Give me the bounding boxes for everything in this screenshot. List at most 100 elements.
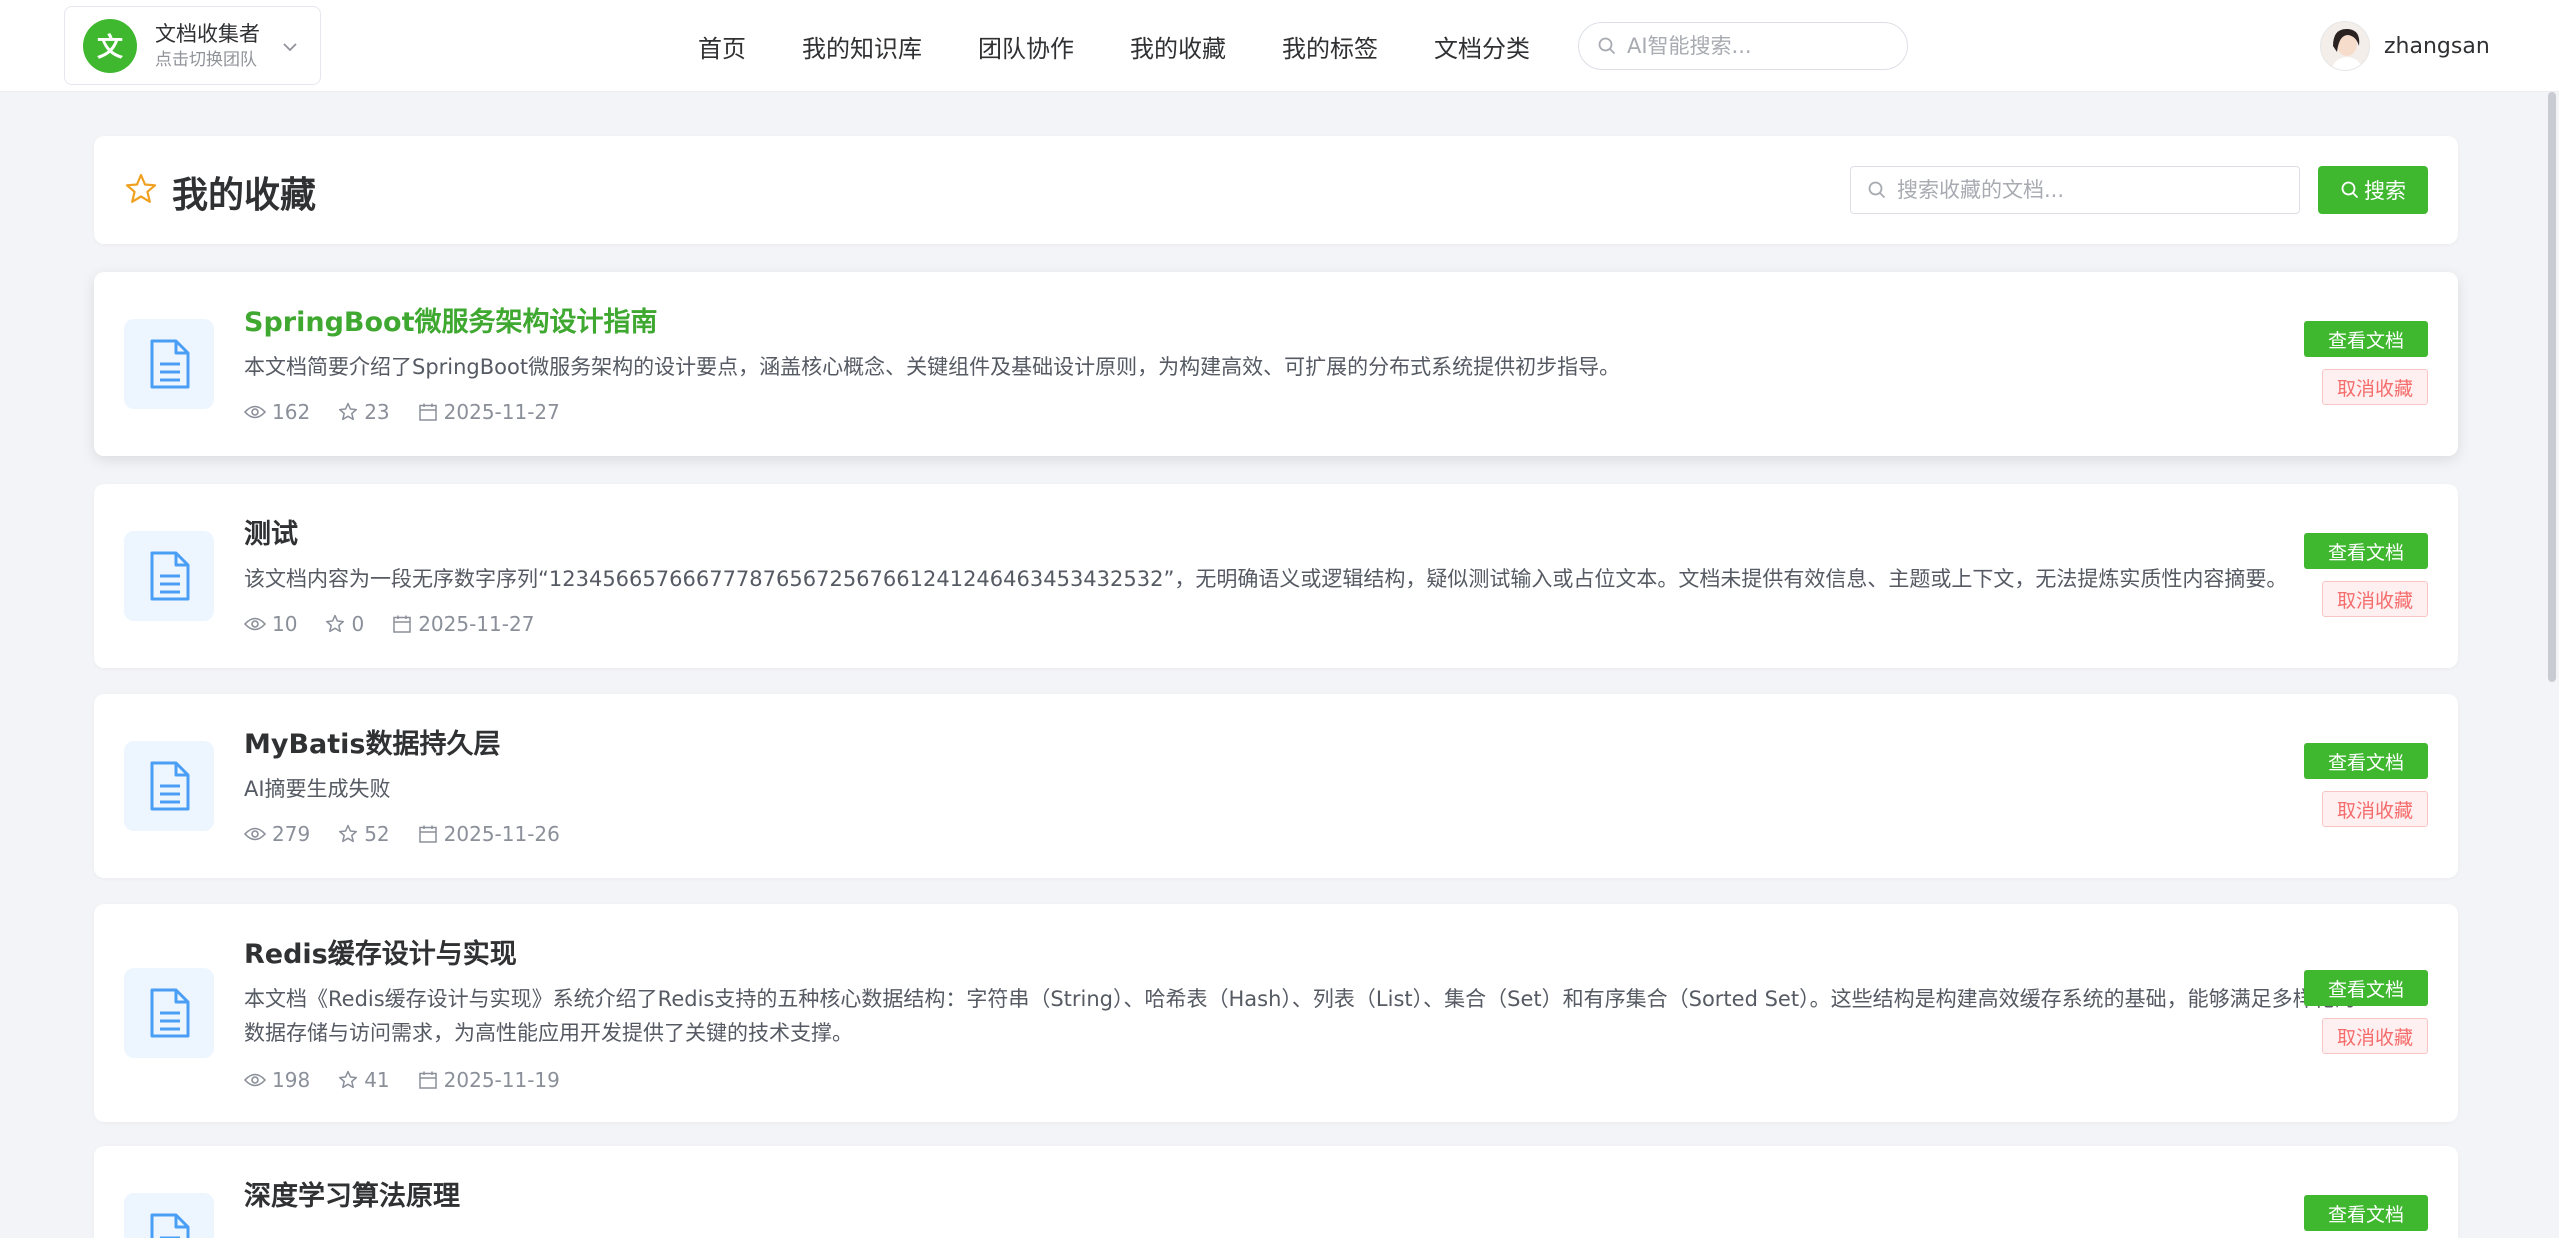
eye-icon	[244, 827, 266, 841]
doc-summary: 本文档简要介绍了SpringBoot微服务架构的设计要点，涵盖核心概念、关键组件…	[244, 355, 1621, 379]
favorites-search-box[interactable]	[1850, 166, 2300, 214]
unfavorite-button[interactable]: 取消收藏	[2322, 369, 2428, 405]
doc-card: 测试 该文档内容为一段无序数字序列“1234566576667778765672…	[94, 484, 2458, 668]
avatar[interactable]	[2320, 21, 2370, 71]
user-menu[interactable]: zhangsan	[2320, 20, 2490, 72]
username: zhangsan	[2384, 33, 2490, 59]
favorites-search-input[interactable]	[1897, 178, 2287, 202]
document-icon	[124, 968, 214, 1058]
document-icon	[124, 1193, 214, 1238]
document-icon	[124, 531, 214, 621]
view-count-value: 279	[272, 822, 311, 846]
nav-doc-categories[interactable]: 文档分类	[1434, 29, 1530, 64]
doc-date: 2025-11-27	[392, 612, 534, 636]
star-count-value: 0	[351, 612, 365, 636]
doc-date-value: 2025-11-27	[418, 612, 535, 636]
team-logo: 文	[83, 18, 137, 73]
nav-home[interactable]: 首页	[698, 29, 746, 64]
star-icon	[339, 824, 358, 843]
team-switch-hint: 点击切换团队	[155, 49, 257, 70]
chevron-down-icon	[283, 43, 297, 52]
doc-title-link[interactable]: 深度学习算法原理	[244, 1174, 460, 1213]
doc-title-link[interactable]: MyBatis数据持久层	[244, 722, 501, 761]
doc-summary: 本文档《Redis缓存设计与实现》系统介绍了Redis支持的五种核心数据结构：字…	[244, 987, 2356, 1045]
document-icon	[124, 741, 214, 831]
star-count-value: 52	[364, 822, 390, 846]
doc-meta: 279 52 2025-11-26	[244, 822, 588, 846]
view-count: 10	[244, 612, 297, 636]
ai-search-box[interactable]	[1578, 22, 1908, 70]
view-doc-button[interactable]: 查看文档	[2304, 743, 2428, 779]
team-name: 文档收集者	[155, 21, 260, 46]
unfavorite-button[interactable]: 取消收藏	[2322, 581, 2428, 617]
view-count-value: 10	[272, 612, 298, 636]
star-count: 52	[338, 822, 390, 846]
doc-summary: 该文档内容为一段无序数字序列“1234566576667778765672567…	[244, 567, 2288, 591]
eye-icon	[244, 1073, 266, 1087]
doc-date-value: 2025-11-19	[443, 1068, 560, 1092]
nav-my-knowledge-base[interactable]: 我的知识库	[802, 29, 922, 64]
doc-date: 2025-11-27	[418, 400, 560, 424]
nav-my-tags[interactable]: 我的标签	[1282, 29, 1378, 64]
doc-meta: 10 0 2025-11-27	[244, 612, 562, 636]
calendar-icon	[393, 615, 411, 633]
team-switcher[interactable]: 文 文档收集者 点击切换团队	[64, 6, 321, 85]
star-count-value: 23	[364, 400, 390, 424]
doc-meta: 198 41 2025-11-19	[244, 1068, 588, 1092]
star-icon	[125, 173, 157, 203]
view-doc-button[interactable]: 查看文档	[2304, 533, 2428, 569]
nav-my-favorites[interactable]: 我的收藏	[1130, 29, 1226, 64]
view-count-value: 198	[272, 1068, 311, 1092]
view-count: 162	[244, 400, 310, 424]
doc-date-value: 2025-11-27	[443, 400, 560, 424]
doc-meta: 162 23 2025-11-27	[244, 400, 588, 424]
eye-icon	[244, 617, 266, 631]
calendar-icon	[418, 825, 437, 843]
view-doc-button[interactable]: 查看文档	[2304, 1195, 2428, 1231]
main-nav: 首页 我的知识库 团队协作 我的收藏 我的标签 文档分类	[698, 0, 1586, 92]
view-count: 198	[244, 1068, 310, 1092]
search-icon	[1598, 37, 1616, 55]
team-text: 文档收集者 点击切换团队	[155, 20, 260, 72]
favorites-title-card: 我的收藏 搜索	[94, 136, 2458, 244]
eye-icon	[244, 405, 266, 419]
search-button-label: 搜索	[2364, 179, 2406, 203]
doc-title-link[interactable]: 测试	[244, 512, 298, 551]
unfavorite-button[interactable]: 取消收藏	[2322, 1018, 2428, 1054]
doc-card: SpringBoot微服务架构设计指南 本文档简要介绍了SpringBoot微服…	[94, 272, 2458, 456]
doc-date-value: 2025-11-26	[443, 822, 560, 846]
doc-date: 2025-11-19	[418, 1068, 560, 1092]
doc-card: Redis缓存设计与实现 本文档《Redis缓存设计与实现》系统介绍了Redis…	[94, 904, 2458, 1122]
doc-card: 深度学习算法原理 查看文档	[94, 1146, 2458, 1238]
page-scrollbar[interactable]	[2545, 92, 2559, 1238]
view-doc-button[interactable]: 查看文档	[2304, 321, 2428, 357]
page-title: 我的收藏	[172, 175, 317, 216]
star-count: 41	[338, 1068, 390, 1092]
star-count-value: 41	[364, 1068, 390, 1092]
avatar-image	[2321, 22, 2369, 70]
ai-search-input[interactable]	[1627, 34, 1887, 58]
doc-card: MyBatis数据持久层 AI摘要生成失败 279 52 2025-11-26 …	[94, 694, 2458, 878]
scrollbar-thumb[interactable]	[2548, 92, 2556, 682]
star-icon	[339, 1070, 358, 1089]
top-header: 文 文档收集者 点击切换团队 首页 我的知识库 团队协作 我的收藏 我的标签 文…	[0, 0, 2559, 92]
unfavorite-button[interactable]: 取消收藏	[2322, 791, 2428, 827]
calendar-icon	[418, 403, 437, 421]
document-icon	[124, 319, 214, 409]
calendar-icon	[418, 1071, 437, 1089]
search-icon	[1868, 181, 1886, 199]
view-count: 279	[244, 822, 310, 846]
doc-date: 2025-11-26	[418, 822, 560, 846]
doc-title-link[interactable]: SpringBoot微服务架构设计指南	[244, 300, 657, 339]
star-count: 23	[338, 400, 390, 424]
search-icon	[2341, 181, 2359, 199]
doc-summary: AI摘要生成失败	[244, 777, 391, 801]
search-button[interactable]: 搜索	[2318, 166, 2428, 214]
star-count: 0	[325, 612, 364, 636]
doc-title-link[interactable]: Redis缓存设计与实现	[244, 932, 517, 971]
view-count-value: 162	[272, 400, 311, 424]
view-doc-button[interactable]: 查看文档	[2304, 970, 2428, 1006]
star-icon	[339, 402, 358, 421]
nav-team-collab[interactable]: 团队协作	[978, 29, 1074, 64]
star-icon	[326, 614, 345, 633]
